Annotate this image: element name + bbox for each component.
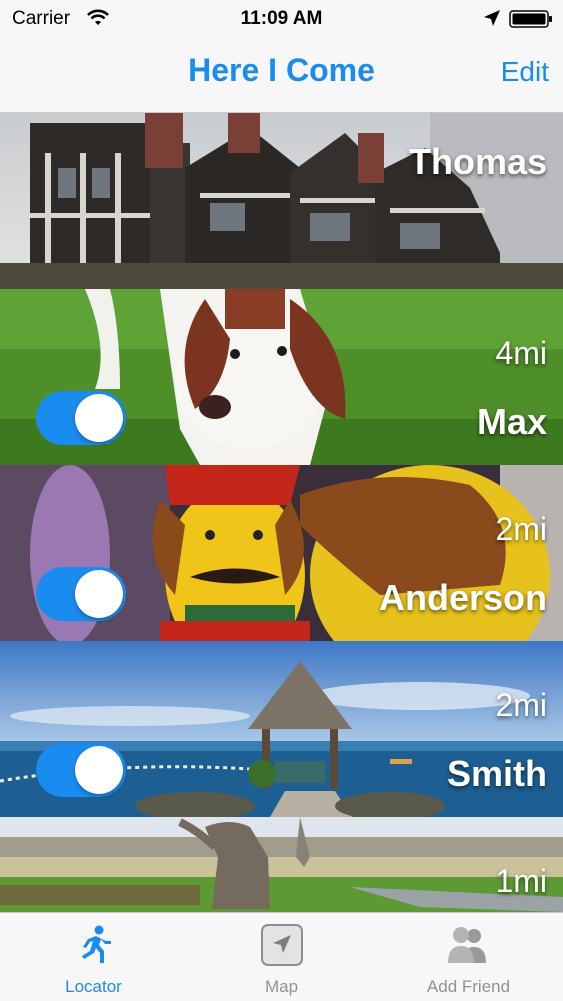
add-friend-icon — [447, 927, 486, 963]
friend-distance: 1mi — [495, 863, 547, 899]
notify-toggle[interactable] — [36, 391, 126, 445]
toggle-knob — [75, 746, 123, 794]
friend-list: Thomas 4mi Max 2mi Anderson 2mi Smith 1m… — [0, 113, 563, 912]
friend-distance: 4mi — [495, 335, 547, 371]
status-bar: Carrier 11:09 AM — [0, 0, 563, 38]
friend-name: Thomas — [408, 141, 547, 182]
friend-name: Max — [476, 401, 547, 442]
toggle-knob — [75, 394, 123, 442]
map-arrow-icon — [260, 924, 303, 966]
friend-name: Anderson — [378, 577, 547, 618]
friend-row[interactable]: Thomas — [0, 113, 563, 290]
tab-bar: Locator Map Add Friend — [0, 912, 563, 1001]
friend-row[interactable]: 4mi Max — [0, 289, 563, 466]
navigation-bar: Here I Come Edit — [0, 38, 563, 113]
friend-photo-tudor-house — [0, 113, 563, 289]
battery-icon — [509, 10, 552, 28]
tab-map[interactable]: Map — [188, 913, 375, 1001]
friend-name: Smith — [446, 753, 547, 794]
friend-distance: 2mi — [495, 511, 547, 547]
tab-label: Map — [264, 977, 299, 996]
page-title: Here I Come — [188, 52, 375, 88]
friend-row[interactable]: 2mi Smith — [0, 641, 563, 818]
runner-icon — [81, 925, 111, 963]
tab-label: Add Friend — [426, 977, 511, 996]
friend-photo-park-tree — [0, 817, 563, 912]
friend-row[interactable]: 1mi — [0, 817, 563, 912]
friend-row[interactable]: 2mi Anderson — [0, 465, 563, 642]
edit-button[interactable]: Edit — [501, 56, 549, 88]
friend-distance: 2mi — [495, 687, 547, 723]
notify-toggle[interactable] — [36, 567, 126, 621]
toggle-knob — [75, 570, 123, 618]
notify-toggle[interactable] — [36, 743, 126, 797]
tab-add-friend[interactable]: Add Friend — [375, 913, 562, 1001]
location-arrow-icon — [484, 10, 500, 26]
clock: 11:09 AM — [240, 8, 323, 29]
tab-locator[interactable]: Locator — [0, 913, 187, 1001]
tab-label: Locator — [65, 977, 122, 996]
